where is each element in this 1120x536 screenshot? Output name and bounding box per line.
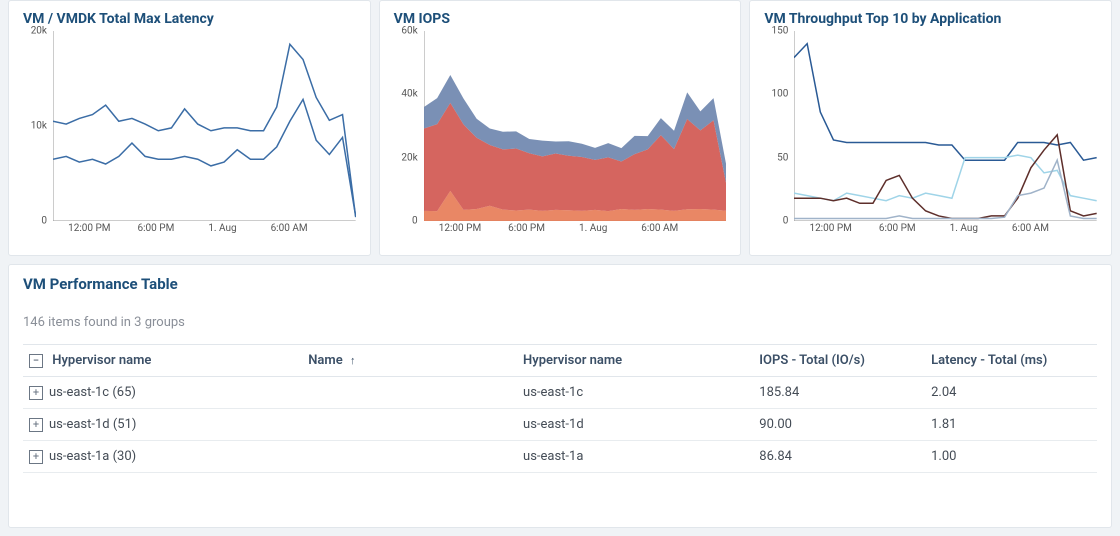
chart-title: VM Throughput Top 10 by Application — [764, 11, 1097, 27]
table-title: VM Performance Table — [23, 275, 1097, 293]
col-label: Hypervisor name — [52, 353, 151, 368]
cell-iops: 90.00 — [753, 409, 925, 441]
cell-latency: 1.00 — [925, 441, 1097, 473]
chart-title: VM / VMDK Total Max Latency — [23, 11, 356, 27]
chart-body[interactable]: 020k40k60k12:00 PM6:00 PM1. Aug6:00 AM — [394, 31, 727, 241]
cell-iops: 185.84 — [753, 377, 925, 409]
cell-name — [302, 409, 517, 441]
sort-asc-icon: ↑ — [350, 354, 356, 367]
performance-table: − Hypervisor name Name ↑ Hypervisor name… — [23, 344, 1097, 473]
col-iops[interactable]: IOPS - Total (IO/s) — [753, 345, 925, 377]
chart-card-latency: VM / VMDK Total Max Latency 010k20k12:00… — [8, 0, 371, 256]
table-row[interactable]: + us-east-1a (30) us-east-1a 86.84 1.00 — [23, 441, 1097, 473]
col-hypervisor[interactable]: Hypervisor name — [517, 345, 753, 377]
table-row[interactable]: + us-east-1d (51) us-east-1d 90.00 1.81 — [23, 409, 1097, 441]
cell-hv: us-east-1c — [517, 377, 753, 409]
chart-card-iops: VM IOPS 020k40k60k12:00 PM6:00 PM1. Aug6… — [379, 0, 742, 256]
col-name[interactable]: Name ↑ — [302, 345, 517, 377]
cell-name — [302, 377, 517, 409]
collapse-all-icon[interactable]: − — [29, 354, 43, 368]
charts-row: VM / VMDK Total Max Latency 010k20k12:00… — [0, 0, 1120, 256]
cell-hv-group: us-east-1c (65) — [49, 385, 136, 400]
cell-latency: 1.81 — [925, 409, 1097, 441]
cell-iops: 86.84 — [753, 441, 925, 473]
cell-name — [302, 441, 517, 473]
expand-icon[interactable]: + — [29, 450, 43, 464]
table-summary: 146 items found in 3 groups — [23, 315, 1097, 330]
table-header-row: − Hypervisor name Name ↑ Hypervisor name… — [23, 345, 1097, 377]
cell-hv-group: us-east-1a (30) — [49, 449, 136, 464]
table-row[interactable]: + us-east-1c (65) us-east-1c 185.84 2.04 — [23, 377, 1097, 409]
expand-icon[interactable]: + — [29, 418, 43, 432]
col-label: Hypervisor name — [523, 353, 622, 368]
col-label: IOPS - Total (IO/s) — [759, 353, 865, 368]
expand-icon[interactable]: + — [29, 386, 43, 400]
cell-hv: us-east-1a — [517, 441, 753, 473]
col-hypervisor-group[interactable]: − Hypervisor name — [23, 345, 302, 377]
cell-latency: 2.04 — [925, 377, 1097, 409]
table-card: VM Performance Table 146 items found in … — [8, 264, 1112, 528]
col-label: Name — [308, 353, 342, 368]
col-label: Latency - Total (ms) — [931, 353, 1047, 368]
chart-body[interactable]: 05010015012:00 PM6:00 PM1. Aug6:00 AM — [764, 31, 1097, 241]
cell-hv: us-east-1d — [517, 409, 753, 441]
chart-body[interactable]: 010k20k12:00 PM6:00 PM1. Aug6:00 AM — [23, 31, 356, 241]
col-latency[interactable]: Latency - Total (ms) — [925, 345, 1097, 377]
chart-card-throughput: VM Throughput Top 10 by Application 0501… — [749, 0, 1112, 256]
chart-title: VM IOPS — [394, 11, 727, 27]
table-body: +us-east-1c (65) us-east-1c 185.84 2.04 … — [23, 377, 1097, 473]
cell-hv-group: us-east-1d (51) — [49, 417, 136, 432]
